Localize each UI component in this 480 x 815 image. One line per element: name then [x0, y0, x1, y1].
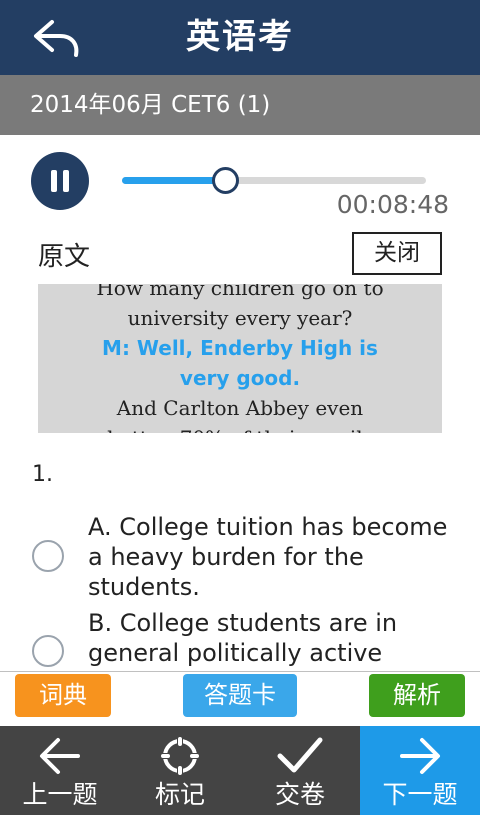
option-a-text: A. College tuition has become a heavy bu…: [88, 513, 448, 601]
next-question-button[interactable]: 下一题: [360, 726, 480, 815]
analysis-button[interactable]: 解析: [369, 674, 465, 717]
arrow-left-icon: [40, 738, 80, 774]
checkmark-icon: [277, 737, 323, 773]
option-a-radio[interactable]: [32, 540, 64, 572]
title-bar: 英语考: [0, 0, 480, 75]
prev-question-label: 上一题: [22, 780, 98, 809]
transcript-text: How many children go on to university eve…: [38, 284, 442, 433]
question-number: 1.: [32, 462, 53, 487]
submit-button[interactable]: 交卷: [240, 726, 360, 815]
dictionary-button[interactable]: 词典: [15, 674, 111, 717]
elapsed-time: 00:08:48: [336, 190, 449, 219]
app-title: 英语考: [186, 17, 294, 57]
audio-progress-knob[interactable]: [212, 167, 240, 194]
transcript-line: university every year?: [127, 306, 353, 330]
transcript-line: And Carlton Abbey even: [116, 396, 364, 420]
close-transcript-button[interactable]: 关闭: [352, 232, 442, 275]
option-b-text: B. College students are in general polit…: [88, 609, 398, 667]
exam-header: 2014年06月 CET6 (1): [0, 75, 480, 135]
prev-question-button[interactable]: 上一题: [0, 726, 120, 815]
action-bar: 词典 答题卡 解析: [0, 672, 480, 726]
mark-label: 标记: [154, 780, 205, 809]
arrow-right-icon: [400, 738, 440, 774]
audio-progress-slider[interactable]: [122, 167, 426, 194]
transcript-line: How many children go on to: [96, 284, 384, 300]
transcript-line: very good.: [179, 366, 301, 390]
bottom-nav: 上一题 标记 交卷 下一题: [0, 726, 480, 815]
audio-progress-fill: [122, 177, 226, 184]
transcript-line: M: Well, Enderby High is: [102, 336, 378, 360]
crosshair-icon: [161, 737, 199, 775]
transcript-panel[interactable]: How many children go on to university eve…: [38, 284, 442, 433]
next-question-label: 下一题: [382, 780, 458, 809]
transcript-line: better. 70% of their pupils: [38, 423, 442, 433]
answer-card-button[interactable]: 答题卡: [183, 674, 297, 717]
pause-button[interactable]: [31, 152, 89, 210]
submit-label: 交卷: [274, 780, 325, 809]
mark-button[interactable]: 标记: [120, 726, 240, 815]
option-b-radio[interactable]: [32, 635, 64, 667]
exam-name: 2014年06月 CET6 (1): [30, 92, 271, 118]
pause-icon: [48, 170, 72, 192]
transcript-label: 原文: [38, 242, 91, 272]
